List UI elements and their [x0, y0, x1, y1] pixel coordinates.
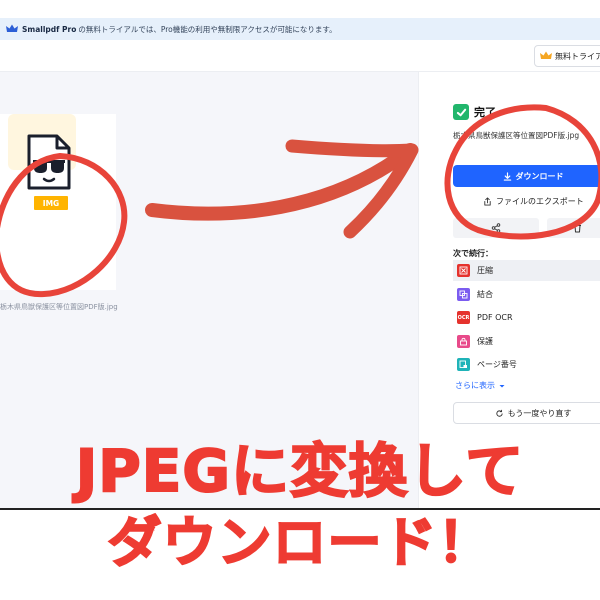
- continue-with-label: 次で続行：: [453, 249, 493, 258]
- show-more-label: さらに表示: [455, 381, 495, 390]
- app-header: 無料トライアル: [0, 40, 600, 72]
- delete-button[interactable]: [547, 218, 600, 238]
- download-label: ダウンロード: [515, 171, 564, 181]
- check-icon: [453, 104, 469, 120]
- share-export-icon: [484, 196, 491, 206]
- crown-icon: [6, 24, 18, 32]
- tool-label: 圧縮: [477, 266, 493, 275]
- image-file-icon: [27, 134, 71, 190]
- tool-merge[interactable]: 結合: [453, 284, 600, 305]
- tool-label: 保護: [477, 336, 493, 346]
- retry-button[interactable]: もう一度やり直す: [453, 402, 600, 424]
- promo-banner: Smallpdf Pro の無料トライアルでは、Pro機能の利用や無制限アクセス…: [0, 18, 600, 40]
- img-format-badge: IMG: [34, 196, 68, 210]
- export-button[interactable]: ファイルのエクスポート: [453, 190, 600, 212]
- share-icon: [491, 223, 501, 233]
- show-more-link[interactable]: さらに表示: [455, 380, 506, 391]
- output-filename: 栃木県鳥獣保護区等位置図PDF版.jpg: [453, 131, 580, 140]
- crown-icon: [540, 51, 552, 59]
- status-row: 完了: [453, 104, 496, 120]
- chevron-down-icon: [499, 384, 505, 387]
- free-trial-label: 無料トライアル: [555, 51, 600, 61]
- tool-protect[interactable]: 保護: [453, 331, 600, 352]
- free-trial-button[interactable]: 無料トライアル: [534, 45, 600, 67]
- share-button[interactable]: [453, 218, 539, 238]
- tool-label: 結合: [477, 289, 493, 299]
- tool-page-numbers[interactable]: ページ番号: [453, 354, 600, 375]
- lock-icon: [457, 334, 470, 348]
- preview-filename: 栃木県鳥獣保護区等位置図PDF版.jpg: [0, 303, 118, 311]
- ocr-icon: OCR: [457, 311, 470, 324]
- merge-icon: [457, 287, 470, 301]
- tool-label: ページ番号: [477, 360, 517, 369]
- banner-brand: Smallpdf Pro: [22, 24, 77, 34]
- page-number-icon: [457, 358, 470, 371]
- refresh-icon: [496, 409, 503, 417]
- retry-label: もう一度やり直す: [507, 408, 572, 418]
- next-tools-list: 圧縮 結合 OCR PDF OCR 保護 ページ番号: [453, 260, 600, 378]
- caption-line-2: ダウンロード！: [107, 510, 493, 575]
- tool-label: PDF OCR: [477, 313, 513, 322]
- export-label: ファイルのエクスポート: [496, 196, 584, 206]
- tool-compress[interactable]: 圧縮: [453, 260, 600, 281]
- banner-message: の無料トライアルでは、Pro機能の利用や無制限アクセスが可能になります。: [78, 24, 337, 34]
- caption-line-1: JPEGに変換して: [75, 436, 525, 506]
- download-button[interactable]: ダウンロード: [453, 165, 600, 187]
- compress-icon: [457, 264, 470, 277]
- trash-icon: [573, 223, 581, 233]
- status-text: 完了: [474, 106, 496, 119]
- tool-pdf-ocr[interactable]: OCR PDF OCR: [453, 307, 600, 328]
- download-icon: [503, 171, 511, 181]
